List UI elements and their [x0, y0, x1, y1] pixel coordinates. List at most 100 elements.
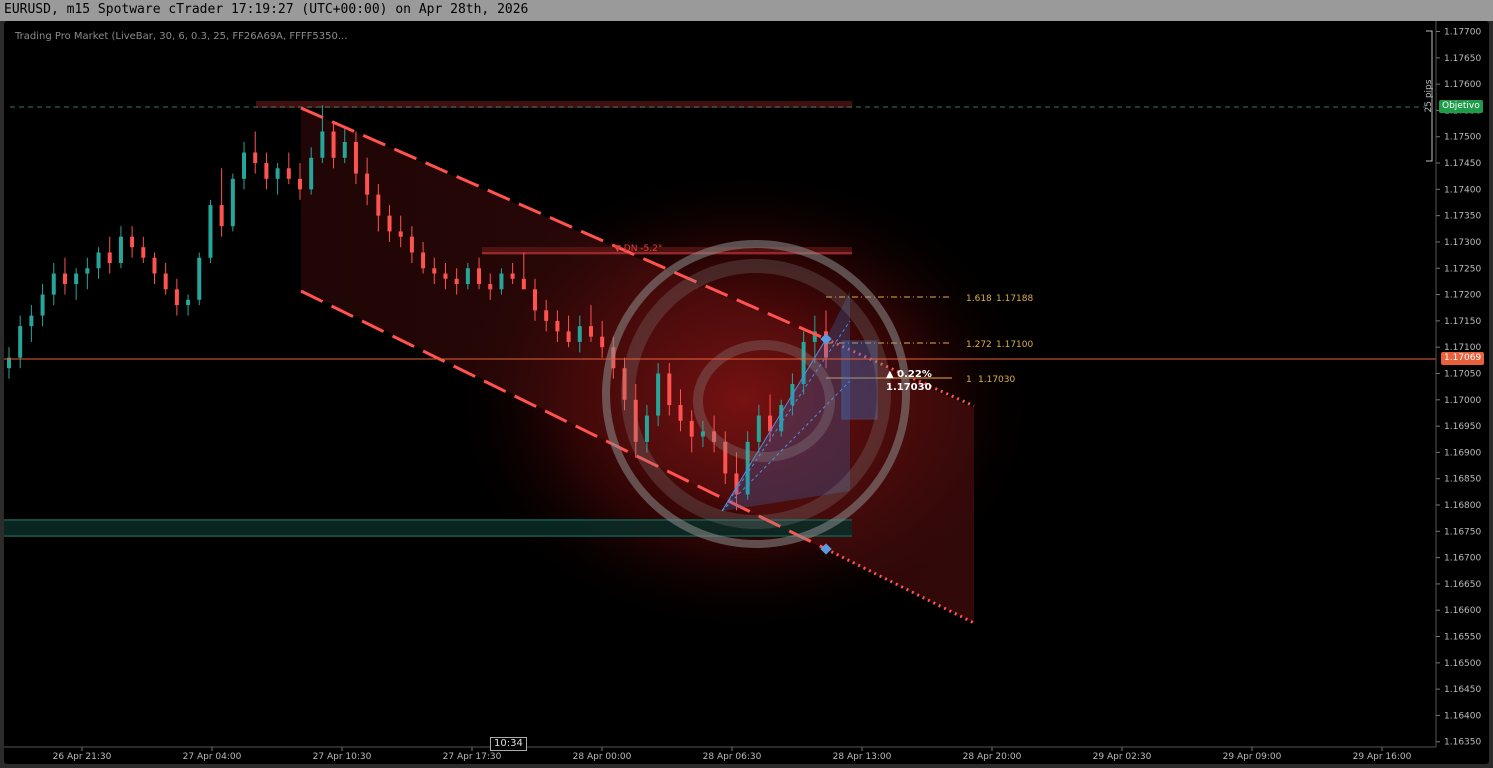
candle-body — [29, 315, 34, 327]
price-tick-label: 1.17050 — [1444, 369, 1481, 379]
chart-canvas[interactable]: 1.177001.176501.176001.175501.175001.174… — [4, 21, 1489, 764]
candle-body — [376, 194, 381, 216]
time-tick-label: 27 Apr 04:00 — [183, 752, 242, 762]
channel-label: ▼ DN -5.2° — [614, 244, 662, 254]
candle-body — [533, 289, 538, 311]
candle-body — [656, 373, 661, 416]
candle-body — [421, 252, 426, 269]
fib-ratio-1618: 1.618 — [966, 294, 992, 304]
price-tick-label: 1.16400 — [1444, 711, 1481, 721]
price-axis[interactable]: 1.177001.176501.176001.175501.175001.174… — [1436, 28, 1481, 748]
candle-body — [242, 152, 247, 179]
fib-ratio-1: 1 — [966, 375, 972, 385]
time-tick-label: 28 Apr 00:00 — [573, 752, 632, 762]
time-axis[interactable]: 26 Apr 21:30 27 Apr 04:00 27 Apr 10:30 27 A… — [53, 747, 1412, 762]
candle-body — [297, 178, 302, 190]
candle-body — [342, 142, 347, 158]
candle-body — [186, 299, 191, 306]
candle-body — [600, 336, 605, 348]
candle-body — [118, 236, 123, 263]
candle-body — [465, 268, 470, 285]
candle-body — [353, 142, 358, 174]
target-price: 1.17030 — [886, 382, 932, 393]
window-titlebar: EURUSD, m15 Spotware cTrader 17:19:27 (U… — [0, 0, 1493, 21]
candle-body — [577, 326, 582, 342]
candle-body — [275, 168, 280, 179]
price-tick-label: 1.17400 — [1444, 185, 1481, 195]
candle-body — [130, 236, 135, 248]
candle-body — [689, 420, 694, 437]
price-tick-label: 1.17150 — [1444, 317, 1481, 327]
candle-body — [365, 173, 370, 195]
objective-tag[interactable]: Objetivo — [1439, 100, 1483, 113]
price-tick-label: 1.17000 — [1444, 396, 1481, 406]
candle-body — [51, 273, 56, 295]
pips-label: 25 pips — [1424, 79, 1434, 113]
candle-body — [544, 310, 549, 321]
indicator-label[interactable]: Trading Pro Market (LiveBar, 30, 6, 0.3,… — [15, 31, 347, 42]
price-tick-label: 1.16750 — [1444, 527, 1481, 537]
candle-body — [521, 278, 526, 290]
price-tick-label: 1.16850 — [1444, 475, 1481, 485]
candle-body — [107, 252, 112, 263]
candle-body — [667, 373, 672, 406]
fib-price-1618: 1.17188 — [996, 294, 1033, 304]
candle-body — [443, 273, 448, 279]
price-tick-label: 1.16500 — [1444, 659, 1481, 669]
candle-body — [387, 215, 392, 232]
chart-area[interactable]: 1.177001.176501.176001.175501.175001.174… — [4, 21, 1489, 764]
price-tick-label: 1.16800 — [1444, 501, 1481, 511]
candle-body — [208, 205, 213, 258]
cursor-time-box: 10:34 — [490, 737, 527, 751]
candle-body — [432, 268, 437, 274]
candle-body — [253, 152, 258, 164]
price-tick-label: 1.16700 — [1444, 554, 1481, 564]
price-tick-label: 1.16900 — [1444, 448, 1481, 458]
candle-body — [264, 163, 269, 179]
price-tick-label: 1.17350 — [1444, 212, 1481, 222]
candle-body — [152, 257, 157, 274]
time-tick-label: 27 Apr 17:30 — [443, 752, 502, 762]
fib-ratio-1272: 1.272 — [966, 340, 992, 350]
price-tick-label: 1.17650 — [1444, 54, 1481, 64]
candle-body — [174, 289, 179, 306]
price-tick-label: 1.17250 — [1444, 264, 1481, 274]
fib-price-1: 1.17030 — [978, 375, 1015, 385]
fib-price-1272: 1.17100 — [996, 340, 1033, 350]
time-tick-label: 29 Apr 09:00 — [1223, 752, 1282, 762]
candle-body — [409, 236, 414, 253]
price-tick-label: 1.16600 — [1444, 606, 1481, 616]
candle-body — [510, 273, 515, 279]
time-tick-label: 28 Apr 20:00 — [963, 752, 1022, 762]
candle-body — [588, 326, 593, 337]
candle-body — [477, 268, 482, 285]
candle-body — [163, 273, 168, 290]
candle-body — [320, 131, 325, 158]
price-tick-label: 1.17600 — [1444, 80, 1481, 90]
candle-body — [644, 415, 649, 442]
candle-body — [141, 247, 146, 258]
window-title: EURUSD, m15 Spotware cTrader 17:19:27 (U… — [4, 2, 529, 17]
price-tick-label: 1.16550 — [1444, 633, 1481, 643]
candle-body — [756, 415, 761, 442]
candle-body — [96, 252, 101, 269]
time-tick-label: 28 Apr 13:00 — [833, 752, 892, 762]
candle-body — [85, 268, 90, 274]
price-tick-label: 1.16450 — [1444, 685, 1481, 695]
candle-body — [331, 131, 336, 158]
candle-body — [18, 326, 23, 358]
candle-body — [678, 405, 683, 421]
price-tick-label: 1.17500 — [1444, 133, 1481, 143]
candle-body — [309, 157, 314, 190]
price-tick-label: 1.16350 — [1444, 738, 1481, 748]
candle-body — [555, 320, 560, 332]
price-tick-label: 1.17450 — [1444, 159, 1481, 169]
price-tick-label: 1.17700 — [1444, 28, 1481, 38]
price-tick-label: 1.17200 — [1444, 291, 1481, 301]
price-tick-label: 1.16950 — [1444, 422, 1481, 432]
time-tick-label: 29 Apr 02:30 — [1093, 752, 1152, 762]
candle-body — [74, 273, 79, 285]
candle-body — [219, 205, 224, 227]
candle-body — [62, 273, 67, 285]
candle-body — [286, 168, 291, 179]
